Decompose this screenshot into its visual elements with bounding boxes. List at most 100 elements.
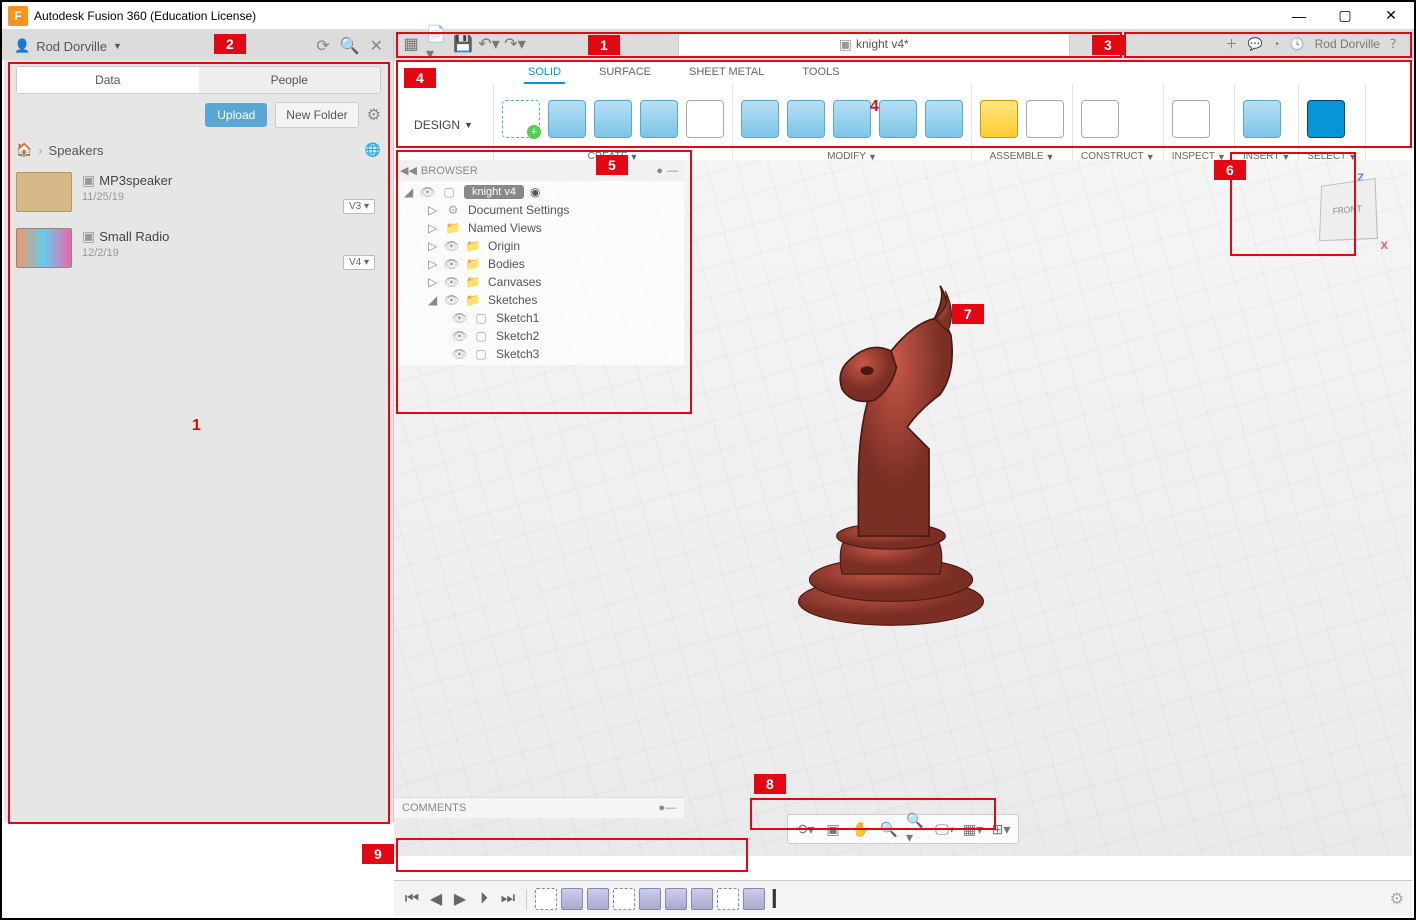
timeline-feature-sketch[interactable] xyxy=(717,888,739,910)
ribbon-tab-solid[interactable]: SOLID xyxy=(524,64,565,84)
data-panel-toggle-icon[interactable]: ▦ xyxy=(400,33,422,55)
undo-icon[interactable]: ↶▾ xyxy=(478,33,500,55)
annotation-number: 4 xyxy=(870,98,879,116)
joint-icon[interactable] xyxy=(1026,100,1064,138)
timeline-feature[interactable] xyxy=(743,888,765,910)
data-panel-user[interactable]: 👤 Rod Dorville ▼ xyxy=(14,38,122,54)
new-folder-button[interactable]: New Folder xyxy=(275,102,358,128)
globe-icon[interactable]: 🌐 xyxy=(365,142,381,158)
tree-sketch-item[interactable]: 👁▢Sketch2 xyxy=(394,327,684,345)
notifications-icon[interactable]: 💬 xyxy=(1247,37,1262,51)
home-icon[interactable]: 🏠 xyxy=(16,142,32,158)
timeline-feature[interactable] xyxy=(665,888,687,910)
gear-icon[interactable]: ⚙ xyxy=(367,105,381,125)
hole-icon[interactable] xyxy=(640,100,678,138)
extensions-icon[interactable]: ◔ xyxy=(1272,37,1279,51)
comments-minimize-icon[interactable]: ● xyxy=(658,802,665,814)
tree-item[interactable]: ▷👁📁Canvases xyxy=(394,273,684,291)
measure-icon[interactable] xyxy=(1172,100,1210,138)
timeline-feature[interactable] xyxy=(691,888,713,910)
close-panel-icon[interactable]: ✕ xyxy=(370,36,383,56)
insert-decal-icon[interactable] xyxy=(1243,100,1281,138)
visibility-icon[interactable]: 👁 xyxy=(420,185,434,199)
file-item[interactable]: ▣Small Radio 12/2/19 V4 ▾ xyxy=(4,220,393,276)
workspace-switcher[interactable]: DESIGN▼ xyxy=(394,84,494,166)
align-icon[interactable] xyxy=(925,100,963,138)
upload-button[interactable]: Upload xyxy=(205,103,267,127)
ribbon-tab-surface[interactable]: SURFACE xyxy=(595,64,655,84)
extrude-icon[interactable] xyxy=(548,100,586,138)
shell-icon[interactable] xyxy=(833,100,871,138)
breadcrumb-current[interactable]: Speakers xyxy=(49,143,104,158)
tree-item[interactable]: ▷⚙Document Settings xyxy=(394,201,684,219)
tree-sketch-item[interactable]: 👁▢Sketch3 xyxy=(394,345,684,363)
file-item[interactable]: ▣MP3speaker 11/25/19 V3 ▾ xyxy=(4,164,393,220)
comments-bar[interactable]: COMMENTS ● — xyxy=(394,797,684,818)
timeline-stepback-icon[interactable]: ◀ xyxy=(426,889,446,909)
appbar-user-label[interactable]: Rod Dorville xyxy=(1315,37,1380,51)
tree-item[interactable]: ▷👁📁Bodies xyxy=(394,255,684,273)
combine-icon[interactable] xyxy=(879,100,917,138)
save-icon[interactable]: 💾 xyxy=(452,33,474,55)
timeline-feature[interactable] xyxy=(561,888,583,910)
tab-people[interactable]: People xyxy=(199,67,381,93)
active-radio-icon[interactable]: ◉ xyxy=(530,185,540,199)
tree-expand-icon[interactable]: ◢ xyxy=(404,185,414,199)
tab-data[interactable]: Data xyxy=(17,67,199,93)
presspull-icon[interactable] xyxy=(741,100,779,138)
select-tool-icon[interactable] xyxy=(1307,100,1345,138)
viewcube[interactable]: Z FRONT X xyxy=(1302,170,1392,260)
orbit-icon[interactable]: ⟲▾ xyxy=(794,818,816,840)
construct-plane-icon[interactable] xyxy=(1081,100,1119,138)
annotation-callout: 3 xyxy=(1092,35,1124,55)
viewport-canvas[interactable]: ◀◀ BROWSER ● — ◢ 👁 ▢ knight v4 ◉ ▷⚙Docum… xyxy=(394,160,1412,856)
browser-expand-icon[interactable]: — xyxy=(667,165,678,177)
timeline-end-icon[interactable]: ⏭ xyxy=(498,889,518,909)
timeline-feature[interactable] xyxy=(639,888,661,910)
search-icon[interactable]: 🔍 xyxy=(340,36,360,56)
new-tab-icon[interactable]: ＋ xyxy=(1225,35,1237,52)
viewport-layout-icon[interactable]: ⊞▾ xyxy=(990,818,1012,840)
collapse-arrows-icon[interactable]: ◀◀ xyxy=(400,164,417,177)
timeline-start-icon[interactable]: ⏮ xyxy=(402,889,422,909)
pan-icon[interactable]: ✋ xyxy=(850,818,872,840)
tree-root[interactable]: ◢ 👁 ▢ knight v4 ◉ xyxy=(394,183,684,201)
timeline-play-icon[interactable]: ▶ xyxy=(450,889,470,909)
fit-icon[interactable]: 🔍▾ xyxy=(906,818,928,840)
timeline-feature-sketch[interactable] xyxy=(535,888,557,910)
viewcube-face[interactable]: FRONT xyxy=(1319,178,1378,241)
help-icon[interactable]: ？ xyxy=(1390,35,1402,52)
file-menu-icon[interactable]: 📄▾ xyxy=(426,33,448,55)
tree-item[interactable]: ▷👁📁Origin xyxy=(394,237,684,255)
revolve-icon[interactable] xyxy=(594,100,632,138)
tree-item[interactable]: ▷📁Named Views xyxy=(394,219,684,237)
fillet-icon[interactable] xyxy=(787,100,825,138)
redo-icon[interactable]: ↷▾ xyxy=(504,33,526,55)
create-sketch-icon[interactable] xyxy=(502,100,540,138)
maximize-button[interactable]: ▢ xyxy=(1322,2,1368,30)
new-component-icon[interactable] xyxy=(980,100,1018,138)
job-status-icon[interactable]: 🕓 xyxy=(1290,37,1305,51)
version-badge[interactable]: V4 ▾ xyxy=(343,255,375,270)
comments-expand-icon[interactable]: — xyxy=(665,802,676,814)
refresh-icon[interactable]: ⟳ xyxy=(316,36,329,56)
close-button[interactable]: ✕ xyxy=(1368,2,1414,30)
document-tab[interactable]: ▣ knight v4* xyxy=(678,32,1070,56)
timeline-feature[interactable] xyxy=(587,888,609,910)
tree-sketch-item[interactable]: 👁▢Sketch1 xyxy=(394,309,684,327)
zoom-icon[interactable]: 🔍 xyxy=(878,818,900,840)
timeline-marker-icon[interactable]: ▎ xyxy=(769,889,789,909)
version-badge[interactable]: V3 ▾ xyxy=(343,199,375,214)
timeline-feature-sketch[interactable] xyxy=(613,888,635,910)
minimize-button[interactable]: — xyxy=(1276,2,1322,30)
tree-item[interactable]: ◢👁📁Sketches xyxy=(394,291,684,309)
timeline-stepfwd-icon[interactable]: ⏵ xyxy=(474,889,494,909)
look-at-icon[interactable]: ▣ xyxy=(822,818,844,840)
ribbon-tab-tools[interactable]: TOOLS xyxy=(798,64,843,84)
grid-settings-icon[interactable]: ▦▾ xyxy=(962,818,984,840)
display-settings-icon[interactable]: 🖵▾ xyxy=(934,818,956,840)
ribbon-tab-sheetmetal[interactable]: SHEET METAL xyxy=(685,64,768,84)
browser-minimize-icon[interactable]: ● xyxy=(656,165,663,177)
box-icon[interactable] xyxy=(686,100,724,138)
timeline-settings-icon[interactable]: ⚙ xyxy=(1390,889,1404,909)
